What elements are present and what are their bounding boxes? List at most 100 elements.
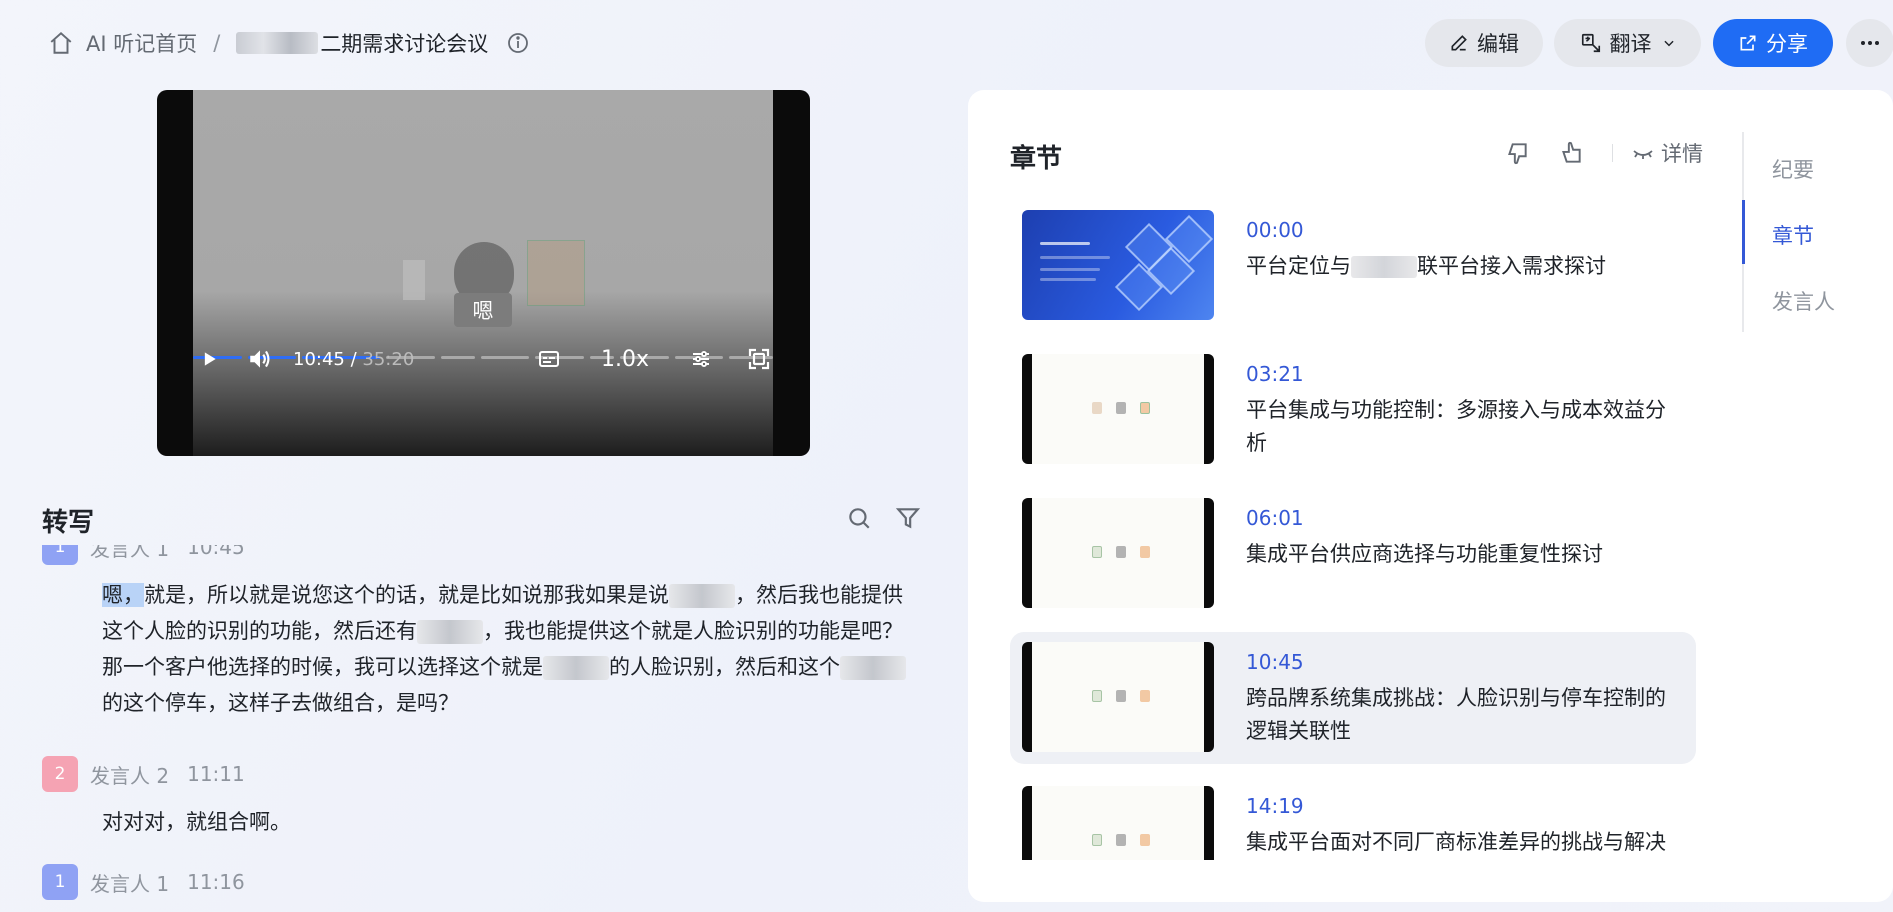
side-nav-marker: [1742, 200, 1745, 264]
more-icon: [1861, 41, 1879, 45]
speaker-timestamp[interactable]: 11:11: [187, 762, 245, 786]
share-icon: [1740, 35, 1756, 51]
chapter-item[interactable]: 00:00 平台定位与 联平台接入需求探讨: [1010, 200, 1696, 332]
video-subtitle: 嗯: [454, 293, 512, 327]
time-display: 10:45 / 35:20: [293, 349, 414, 370]
edit-button[interactable]: 编辑: [1425, 19, 1543, 67]
chapter-time[interactable]: 03:21: [1246, 362, 1304, 386]
redacted-text: [236, 32, 319, 54]
volume-button[interactable]: [247, 346, 273, 372]
speaker-name[interactable]: 发言人 2: [90, 760, 169, 789]
utterance-segment: 就是，所以就是说您这个的话，就是比如说那我如果是说: [144, 583, 669, 607]
speaker-row: 1 发言人 1 10:45: [42, 545, 912, 565]
chevron-down-icon: [1663, 40, 1674, 47]
transcript-list[interactable]: 1 发言人 1 10:45 嗯，就是，所以就是说您这个的话，就是比如说那我如果是…: [42, 545, 912, 912]
breadcrumb: AI 听记首页 / 二期需求讨论会议: [48, 28, 530, 58]
meeting-title: 二期需求讨论会议: [320, 32, 489, 56]
chapter-actions: 详情: [1504, 138, 1703, 168]
chapter-item[interactable]: 03:21 平台集成与功能控制：多源接入与成本效益分析: [1010, 344, 1696, 476]
side-nav-summary[interactable]: 纪要: [1772, 154, 1814, 184]
volume-icon: [250, 350, 270, 368]
redacted-text: [543, 656, 609, 680]
total-time: 35:20: [362, 348, 415, 370]
transcript-entry: 2 发言人 2 11:11 对对对，就组合啊。: [42, 756, 912, 840]
top-bar: AI 听记首页 / 二期需求讨论会议 编辑 翻译 分享: [0, 0, 1893, 86]
chapter-item-active[interactable]: 10:45 跨品牌系统集成挑战：人脸识别与停车控制的逻辑关联性: [1010, 632, 1696, 764]
chapter-item[interactable]: 06:01 集成平台供应商选择与功能重复性探讨: [1010, 488, 1696, 620]
chapter-title: 集成平台供应商选择与功能重复性探讨: [1246, 542, 1603, 566]
more-button[interactable]: [1846, 19, 1893, 67]
divider: [1612, 144, 1613, 162]
chapter-title: 平台定位与 联平台接入需求探讨: [1246, 250, 1686, 283]
details-button[interactable]: 详情: [1661, 138, 1703, 168]
sliders-icon: [693, 351, 709, 367]
breadcrumb-separator: /: [213, 31, 221, 55]
utterance-segment: 的人脸识别，然后和这个: [609, 655, 840, 679]
play-button[interactable]: [199, 349, 219, 369]
edit-label: 编辑: [1477, 32, 1519, 56]
share-button[interactable]: 分享: [1713, 19, 1833, 67]
chapter-thumbnail: [1022, 354, 1214, 464]
speaker-badge: 1: [42, 545, 78, 565]
current-time: 10:45 /: [293, 348, 357, 370]
chapter-thumbnail: [1022, 498, 1214, 608]
highlighted-word: 嗯，: [102, 583, 144, 607]
info-icon[interactable]: [506, 31, 530, 55]
speaker-row: 1 发言人 1 11:16: [42, 864, 912, 900]
search-icon[interactable]: [846, 505, 872, 531]
chapter-time[interactable]: 06:01: [1246, 506, 1304, 530]
breadcrumb-home-link[interactable]: AI 听记首页: [86, 28, 197, 58]
speaker-name[interactable]: 发言人 1: [90, 545, 169, 562]
translate-label: 翻译: [1609, 32, 1652, 56]
chapter-item[interactable]: 14:19 集成平台面对不同厂商标准差异的挑战与解决: [1010, 776, 1696, 860]
redacted-text: [840, 656, 906, 680]
speaker-row: 2 发言人 2 11:11: [42, 756, 912, 792]
chapter-time[interactable]: 14:19: [1246, 794, 1304, 818]
translate-icon: [1581, 33, 1600, 53]
video-figure: [527, 240, 585, 306]
translate-button[interactable]: 翻译: [1554, 19, 1701, 67]
speaker-badge: 1: [42, 864, 78, 900]
utterance-text[interactable]: 嗯，就是，所以就是说您这个的话，就是比如说那我如果是说 ，然后我也能提供这个人脸的…: [102, 577, 912, 721]
chapter-title: 集成平台面对不同厂商标准差异的挑战与解决: [1246, 830, 1666, 854]
speaker-name[interactable]: 发言人 1: [90, 868, 169, 897]
chapter-title: 跨品牌系统集成挑战：人脸识别与停车控制的逻辑关联性: [1246, 686, 1666, 743]
home-icon[interactable]: [48, 30, 74, 56]
chapters-title: 章节: [1010, 144, 1063, 174]
transcript-entry: 1 发言人 1 10:45 嗯，就是，所以就是说您这个的话，就是比如说那我如果是…: [42, 545, 912, 721]
chapter-thumbnail: [1022, 210, 1214, 320]
chapter-title: 平台集成与功能控制：多源接入与成本效益分析: [1246, 398, 1666, 455]
side-nav: 纪要 章节 发言人: [1742, 132, 1872, 332]
chapter-time[interactable]: 00:00: [1246, 218, 1304, 242]
pencil-icon: [1451, 35, 1467, 51]
video-controls: 10:45 / 35:20 1.0x: [193, 339, 773, 379]
share-label: 分享: [1766, 32, 1808, 56]
speaker-badge: 2: [42, 756, 78, 792]
chapter-time[interactable]: 10:45: [1246, 650, 1304, 674]
eye-closed-icon: [1633, 150, 1653, 159]
chapter-list[interactable]: 00:00 平台定位与 联平台接入需求探讨 03:21 平台集成与功能控制：多源接…: [1010, 200, 1710, 860]
utterance-text[interactable]: 对对对，就组合啊。: [102, 804, 912, 840]
speaker-timestamp[interactable]: 10:45: [187, 545, 245, 559]
thumbs-down-icon[interactable]: [1504, 140, 1530, 166]
transcript-title: 转写: [42, 508, 95, 538]
speed-button[interactable]: 1.0x: [601, 347, 649, 372]
chapter-thumbnail: [1022, 642, 1214, 752]
play-icon: [204, 352, 216, 366]
subtitles-button[interactable]: [537, 347, 561, 371]
chapter-title-segment: 联平台接入需求探讨: [1417, 254, 1606, 278]
redacted-text: [669, 584, 735, 608]
chapter-thumbnail: [1022, 786, 1214, 860]
fullscreen-button[interactable]: [747, 347, 771, 371]
side-nav-chapters[interactable]: 章节: [1772, 220, 1814, 250]
subtitles-icon: [538, 351, 559, 367]
side-nav-speakers[interactable]: 发言人: [1772, 286, 1835, 316]
fullscreen-icon: [748, 348, 770, 370]
filter-icon[interactable]: [895, 505, 921, 531]
video-figure: [403, 260, 425, 300]
thumbs-up-icon[interactable]: [1558, 140, 1584, 166]
redacted-text: [417, 620, 483, 644]
speaker-timestamp[interactable]: 11:16: [187, 870, 245, 894]
video-player[interactable]: 嗯 10:45 / 35:20 1.0x: [157, 90, 810, 456]
settings-button[interactable]: [689, 347, 713, 371]
